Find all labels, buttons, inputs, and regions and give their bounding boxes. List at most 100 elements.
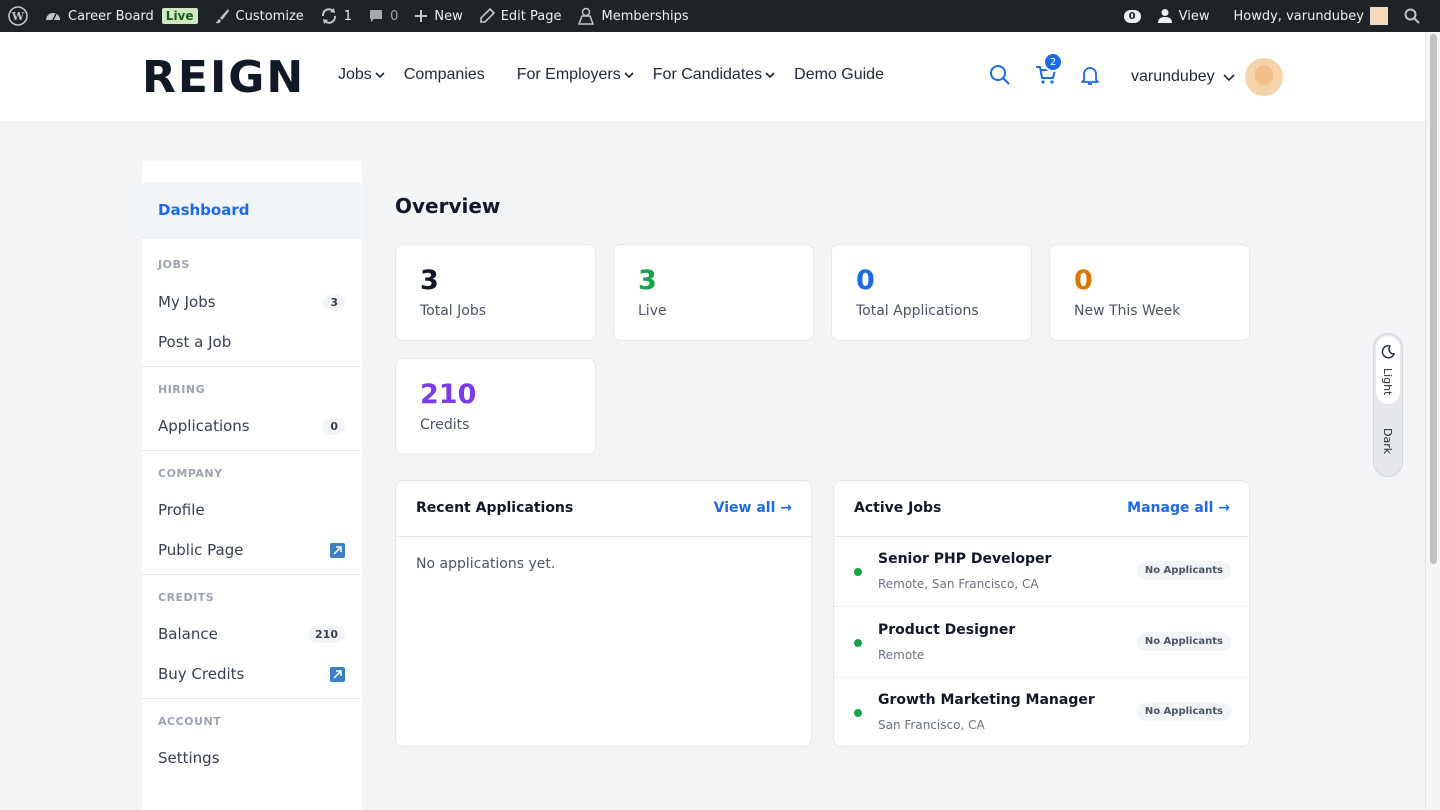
sidebar-section-hiring: HIRING Applications 0 [142, 367, 361, 451]
user-icon [1157, 9, 1172, 23]
sidebar-section-company: COMPANY Profile Public Page [142, 451, 361, 575]
sidebar-item-settings[interactable]: Settings [158, 746, 345, 770]
my-account-menu[interactable]: Howdy, varundubey [1218, 0, 1397, 32]
sidebar-item-label: Public Page [158, 541, 244, 559]
edit-page-label: Edit Page [500, 8, 562, 24]
list-item[interactable]: Growth Marketing Manager San Francisco, … [834, 678, 1250, 748]
howdy-label: Howdy, varundubey [1233, 8, 1365, 24]
sidebar-item-label: Dashboard [158, 200, 250, 219]
sidebar-item-applications[interactable]: Applications 0 [158, 414, 345, 438]
sidebar-section-jobs: JOBS My Jobs 3 Post a Job [142, 242, 361, 367]
count-badge: 3 [323, 293, 345, 311]
sidebar-heading: CREDITS [158, 591, 215, 604]
sidebar-item-label: Applications [158, 417, 250, 435]
external-link-icon [330, 666, 345, 682]
update-icon [321, 8, 336, 24]
edit-page-link[interactable]: Edit Page [471, 0, 570, 32]
site-name-menu[interactable]: Career Board Live [36, 0, 206, 32]
stat-card-credits: 210 Credits [395, 358, 596, 455]
stat-value: 3 [638, 265, 657, 296]
sidebar-item-balance[interactable]: Balance 210 [158, 622, 345, 646]
chevron-down-icon [1223, 74, 1235, 82]
site-logo[interactable]: REIGN [142, 56, 305, 100]
sidebar-item-my-jobs[interactable]: My Jobs 3 [158, 290, 345, 314]
sidebar-item-post-a-job[interactable]: Post a Job [158, 330, 345, 354]
cart-button[interactable]: 2 [1035, 52, 1063, 90]
updates-link[interactable]: 1 [312, 0, 360, 32]
nav-item-for-candidates[interactable]: For Candidates [653, 66, 776, 84]
scrollbar-thumb[interactable] [1430, 34, 1437, 564]
nav-item-label: Companies [403, 66, 485, 83]
job-location: Remote, San Francisco, CA [878, 577, 1039, 591]
sidebar-item-dashboard[interactable]: Dashboard [142, 182, 361, 238]
panel-title: Recent Applications [416, 500, 574, 516]
sidebar-section-credits: CREDITS Balance 210 Buy Credits [142, 575, 361, 699]
recent-applications-panel: Recent Applications View all → No applic… [395, 480, 812, 747]
avatar [1244, 58, 1283, 96]
stat-value: 3 [420, 265, 439, 296]
theme-toggle[interactable]: Light Dark [1373, 333, 1403, 477]
bell-icon[interactable] [1079, 64, 1101, 90]
sidebar-item-label: Post a Job [158, 333, 232, 351]
customize-label: Customize [235, 8, 304, 24]
nav-item-label: For Employers [516, 66, 621, 83]
memberships-link[interactable]: Memberships [569, 0, 696, 32]
sidebar-heading: JOBS [158, 258, 190, 271]
nav-item-demo-guide[interactable]: Demo Guide [794, 66, 884, 84]
sidebar-item-public-page[interactable]: Public Page [158, 538, 345, 562]
notifications-link[interactable]: 0 [1116, 0, 1149, 32]
sidebar-item-label: Buy Credits [158, 665, 245, 683]
sidebar-heading: HIRING [158, 383, 206, 396]
light-mode-option[interactable]: Light [1376, 336, 1400, 404]
stat-label: Live [638, 303, 667, 319]
panel-header: Active Jobs Manage all → [834, 481, 1249, 537]
pencil-icon [479, 8, 495, 23]
wordpress-logo-icon[interactable]: W [0, 0, 36, 32]
list-item[interactable]: Product Designer Remote No Applicants [834, 608, 1250, 678]
sidebar-item-label: My Jobs [158, 293, 216, 311]
admin-search-icon[interactable] [1396, 0, 1428, 32]
dark-label[interactable]: Dark [1381, 428, 1394, 454]
sidebar-section-account: ACCOUNT Settings [142, 699, 361, 810]
username-label: varundubey [1131, 68, 1215, 85]
sidebar-item-buy-credits[interactable]: Buy Credits [158, 662, 345, 686]
new-content-link[interactable]: New [406, 0, 470, 32]
stat-label: Credits [420, 417, 470, 433]
sidebar-heading: ACCOUNT [158, 715, 222, 728]
site-name-label: Career Board [68, 8, 154, 24]
job-location: Remote [878, 648, 925, 662]
search-icon[interactable] [989, 64, 1011, 90]
nav-item-companies[interactable]: Companies [404, 66, 485, 84]
manage-all-link[interactable]: Manage all → [1127, 500, 1230, 516]
nav-item-label: Demo Guide [794, 66, 884, 83]
comments-count: 0 [390, 8, 399, 24]
page-scrollbar[interactable] [1425, 32, 1440, 810]
count-badge: 0 [323, 417, 345, 435]
sidebar-item-profile[interactable]: Profile [158, 498, 345, 522]
chevron-down-icon [765, 72, 775, 79]
stat-label: Total Applications [856, 303, 979, 319]
chevron-down-icon [375, 72, 385, 79]
nav-item-for-employers[interactable]: For Employers [517, 66, 635, 84]
nav-item-jobs[interactable]: Jobs [338, 66, 386, 84]
comments-link[interactable]: 0 [360, 0, 406, 32]
list-item[interactable]: Senior PHP Developer Remote, San Francis… [834, 537, 1250, 607]
user-menu[interactable]: varundubey [1131, 58, 1283, 96]
customize-link[interactable]: Customize [206, 0, 312, 32]
job-title[interactable]: Growth Marketing Manager [878, 692, 1095, 708]
view-all-link[interactable]: View all → [714, 500, 792, 516]
panel-title: Active Jobs [854, 500, 942, 516]
view-link[interactable]: View [1149, 0, 1218, 32]
memberships-label: Memberships [601, 8, 689, 24]
count-badge: 210 [308, 625, 345, 643]
nav-item-label: For Candidates [652, 66, 763, 83]
job-title[interactable]: Senior PHP Developer [878, 551, 1051, 567]
status-badge: No Applicants [1136, 632, 1231, 651]
site-header: REIGN Jobs Companies For Employers For C… [0, 32, 1425, 123]
job-title[interactable]: Product Designer [878, 622, 1015, 638]
stat-card-total-applications: 0 Total Applications [831, 244, 1032, 341]
logo-text: REIGN [142, 52, 306, 103]
admin-avatar [1370, 7, 1388, 25]
admin-bar: W Career Board Live Customize 1 0 New Ed… [0, 0, 1440, 32]
moon-icon [1381, 345, 1396, 359]
